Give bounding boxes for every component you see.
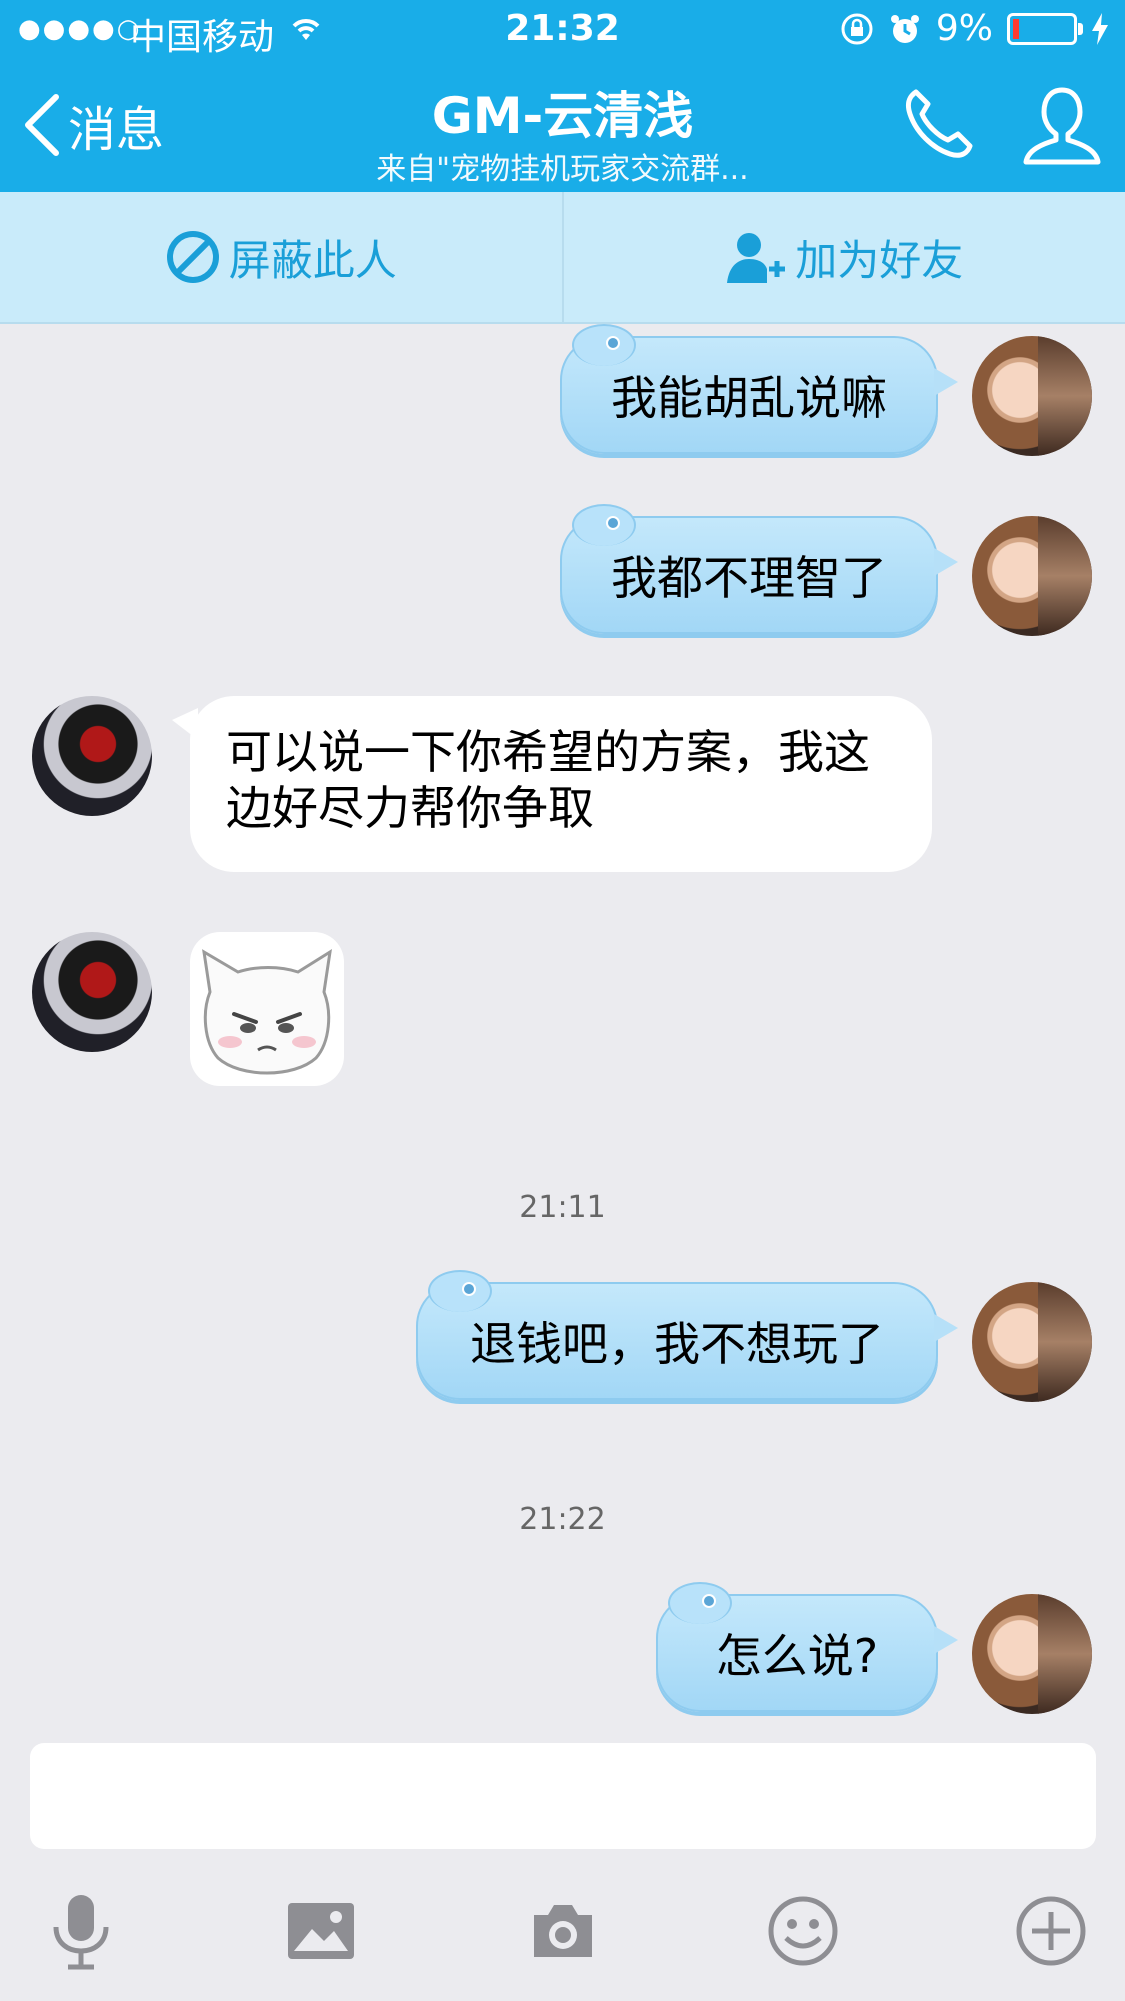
contact-avatar[interactable] [32, 932, 152, 1052]
call-button[interactable] [900, 86, 976, 162]
alarm-icon [890, 14, 919, 43]
message-text: 退钱吧，我不想玩了 [470, 1317, 884, 1371]
emoji-icon [768, 1896, 838, 1966]
my-avatar[interactable] [972, 516, 1092, 636]
my-avatar[interactable] [972, 1282, 1092, 1402]
outgoing-message-bubble[interactable]: 我能胡乱说嘛 [560, 324, 958, 454]
status-right: 9% [840, 8, 1109, 49]
stranger-action-bar: 屏蔽此人 加为好友 [0, 192, 1125, 324]
emoji-button[interactable] [758, 1886, 848, 1976]
outgoing-message-bubble[interactable]: 我都不理智了 [560, 504, 958, 634]
add-friend-button[interactable]: 加为好友 [564, 192, 1125, 322]
image-icon [288, 1903, 354, 1959]
my-avatar[interactable] [972, 1594, 1092, 1714]
add-person-icon [727, 233, 786, 283]
outgoing-message-bubble[interactable]: 怎么说? [656, 1582, 958, 1712]
charging-icon [1092, 12, 1108, 45]
my-avatar[interactable] [972, 336, 1092, 456]
message-text: 我都不理智了 [611, 551, 887, 605]
contact-avatar[interactable] [32, 696, 152, 816]
voice-button[interactable] [36, 1886, 126, 1976]
battery-icon [1007, 12, 1083, 45]
message-text: 怎么说? [715, 1629, 879, 1683]
person-icon [1023, 87, 1101, 165]
navigation-bar: ●●●●○ 中国移动 21:32 9% 消息 GM-云清浅 来自"宠物挂机玩家交… [0, 0, 1125, 192]
rotation-lock-icon [841, 13, 873, 44]
camera-button[interactable] [518, 1886, 608, 1976]
sticker-message[interactable] [190, 932, 344, 1086]
timestamp-separator: 21:22 [519, 1502, 606, 1537]
phone-icon [905, 89, 973, 158]
plus-icon [1016, 1896, 1086, 1966]
message-input[interactable] [30, 1743, 1096, 1849]
add-friend-label: 加为好友 [795, 235, 964, 285]
profile-button[interactable] [1022, 84, 1102, 168]
message-text: 可以说一下你希望的方案，我这边好尽力帮你争取 [226, 725, 870, 835]
status-bar: ●●●●○ 中国移动 21:32 9% [0, 0, 1125, 60]
block-user-button[interactable]: 屏蔽此人 [0, 192, 564, 322]
incoming-message-bubble[interactable]: 可以说一下你希望的方案，我这边好尽力帮你争取 [172, 696, 932, 872]
camera-icon [534, 1905, 592, 1957]
microphone-icon [53, 1895, 109, 1970]
cat-sticker-icon [202, 949, 332, 1075]
block-user-label: 屏蔽此人 [228, 235, 397, 285]
outgoing-message-bubble[interactable]: 退钱吧，我不想玩了 [416, 1270, 958, 1400]
more-button[interactable] [1006, 1886, 1096, 1976]
battery-percent: 9% [935, 8, 993, 49]
timestamp-separator: 21:11 [519, 1190, 606, 1225]
message-text: 我能胡乱说嘛 [611, 371, 887, 425]
input-toolbar [0, 1866, 1125, 2001]
photo-button[interactable] [276, 1886, 366, 1976]
block-icon [166, 231, 219, 283]
